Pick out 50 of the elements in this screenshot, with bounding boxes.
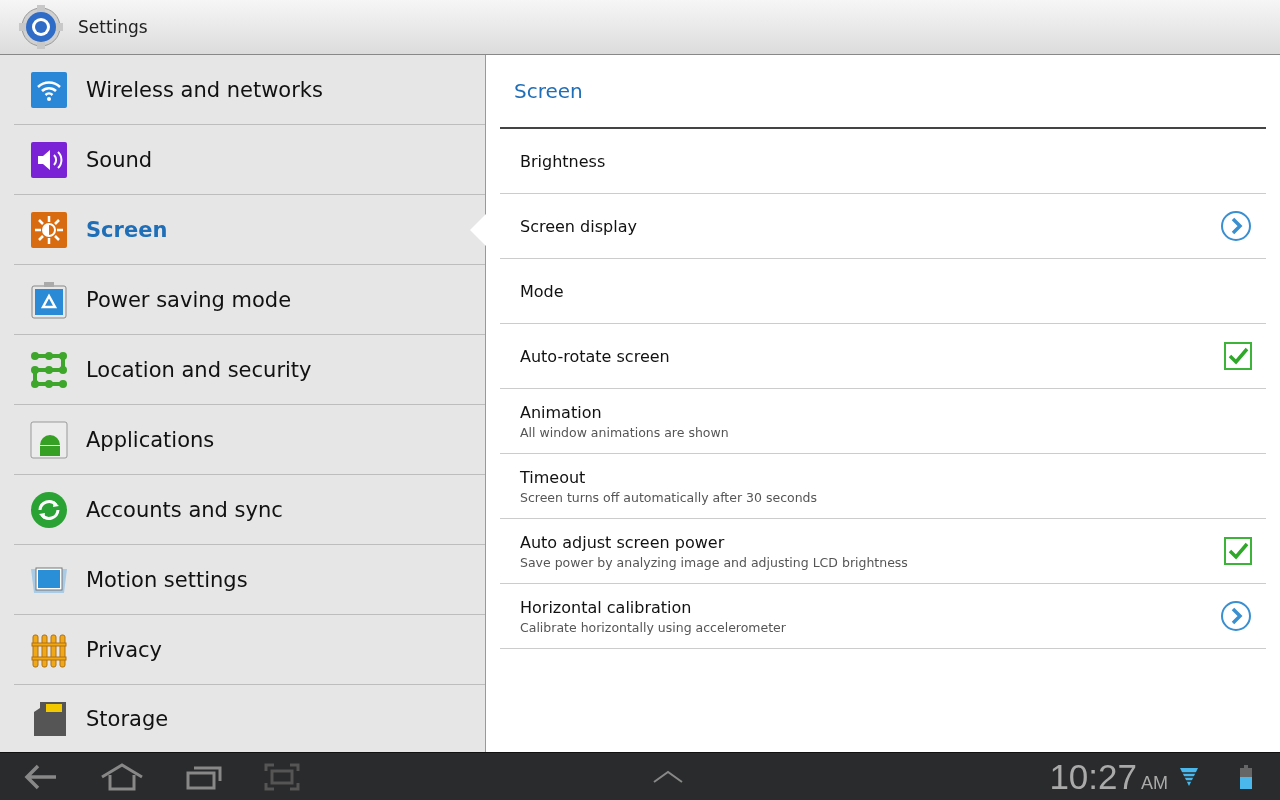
row-title: Mode bbox=[520, 281, 565, 301]
settings-row[interactable]: Screen display bbox=[500, 194, 1266, 259]
sidebar-item[interactable]: Sound bbox=[14, 125, 485, 195]
settings-row[interactable]: Auto-rotate screen bbox=[500, 324, 1266, 389]
settings-row[interactable]: Horizontal calibration Calibrate horizontally using accelerometer bbox=[500, 584, 1266, 649]
sidebar-item[interactable]: Storage bbox=[14, 685, 485, 752]
back-icon[interactable] bbox=[24, 762, 58, 791]
checkbox[interactable] bbox=[1224, 342, 1252, 370]
settings-row[interactable]: Auto adjust screen power Save power by analyzing image and adjusting LCD brightness bbox=[500, 519, 1266, 584]
speaker-icon bbox=[30, 140, 68, 179]
row-title: Brightness bbox=[520, 151, 607, 171]
gear-icon bbox=[18, 4, 64, 50]
clock-time: 10:27 bbox=[1049, 756, 1137, 797]
sidebar-item[interactable]: Location and security bbox=[14, 335, 485, 405]
wifi-icon bbox=[30, 70, 68, 109]
checkbox[interactable] bbox=[1224, 537, 1252, 565]
row-title: Auto-rotate screen bbox=[520, 346, 671, 366]
sidebar-item[interactable]: Motion settings bbox=[14, 545, 485, 615]
settings-row[interactable]: Mode bbox=[500, 259, 1266, 324]
sidebar-item[interactable]: Applications bbox=[14, 405, 485, 475]
chevron-icon[interactable] bbox=[1220, 210, 1252, 242]
grid-icon bbox=[30, 350, 68, 389]
chevron-icon[interactable] bbox=[1220, 600, 1252, 632]
row-summary: Calibrate horizontally using accelerometer bbox=[520, 619, 787, 635]
app-title: Settings bbox=[78, 17, 148, 37]
wifi-icon bbox=[1180, 766, 1198, 787]
screenshot-icon[interactable] bbox=[264, 762, 300, 791]
sidebar-item[interactable]: Power saving mode bbox=[14, 265, 485, 335]
clock-ampm: AM bbox=[1141, 772, 1168, 794]
settings-row[interactable]: Timeout Screen turns off automatically after 30 seconds bbox=[500, 454, 1266, 519]
settings-row[interactable]: Animation All window animations are shown bbox=[500, 389, 1266, 454]
caret-icon[interactable] bbox=[652, 769, 684, 784]
row-summary: Save power by analyzing image and adjusting LCD brightness bbox=[520, 554, 909, 570]
home-icon[interactable] bbox=[100, 762, 144, 791]
section-title: Screen bbox=[500, 55, 1266, 129]
sync-icon bbox=[30, 490, 68, 529]
sidebar-item[interactable]: Accounts and sync bbox=[14, 475, 485, 545]
battery-icon bbox=[1240, 764, 1252, 789]
row-title: Animation bbox=[520, 402, 603, 422]
row-title: Horizontal calibration bbox=[520, 597, 693, 617]
sun-icon bbox=[30, 210, 68, 249]
settings-row[interactable]: Brightness bbox=[500, 129, 1266, 194]
row-title: Timeout bbox=[520, 467, 587, 487]
row-summary: All window animations are shown bbox=[520, 424, 730, 440]
sidebar-item[interactable]: Privacy bbox=[14, 615, 485, 685]
row-title: Auto adjust screen power bbox=[520, 532, 726, 552]
row-title: Screen display bbox=[520, 216, 638, 236]
sidebar-item[interactable]: Screen bbox=[14, 195, 485, 265]
sidebar-item[interactable]: Wireless and networks bbox=[14, 55, 485, 125]
row-summary: Screen turns off automatically after 30 seconds bbox=[520, 489, 819, 505]
